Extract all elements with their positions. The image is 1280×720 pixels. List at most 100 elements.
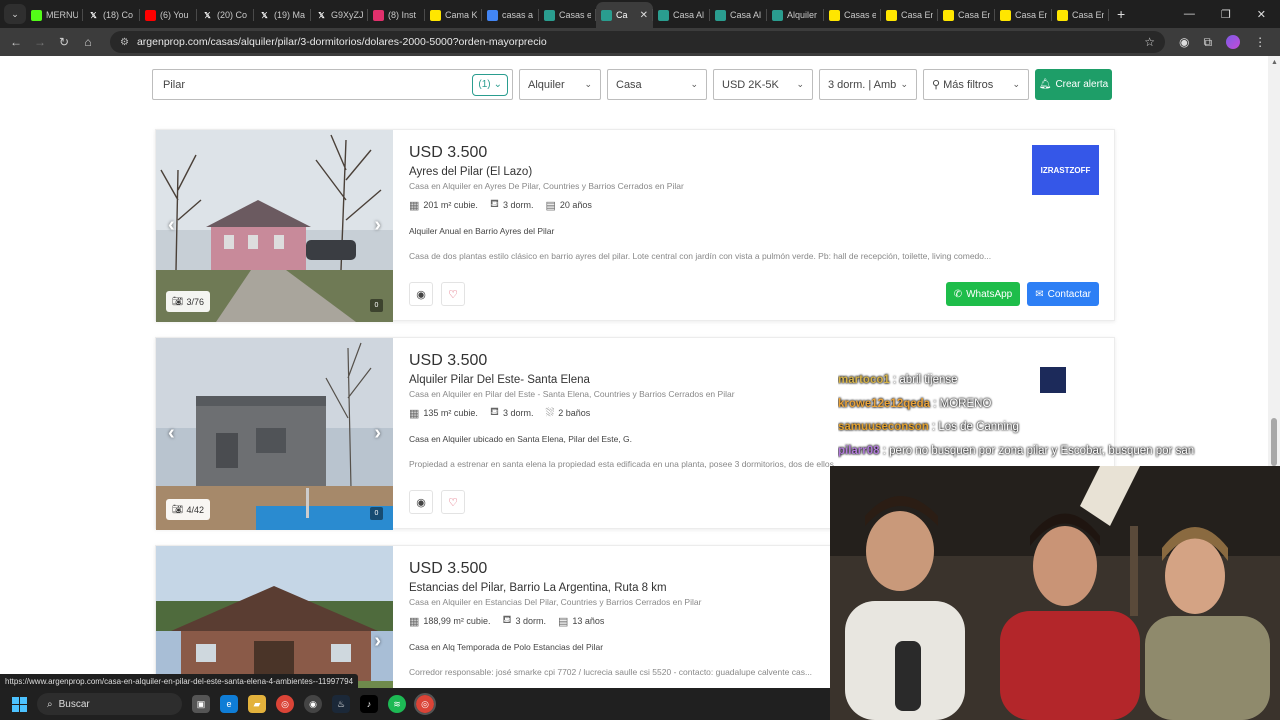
listing-cta: ✆ WhatsApp ✉ Contactar bbox=[945, 282, 1099, 306]
restore-icon[interactable]: ❐ bbox=[1221, 8, 1231, 21]
more-filters-select[interactable]: ⚲ Más filtros ⌄ bbox=[923, 69, 1029, 100]
whatsapp-label: WhatsApp bbox=[966, 288, 1013, 300]
chat-username: martoco1 bbox=[838, 374, 890, 386]
browser-tab-strip: ⌄ MERNU 𝕏 (18) Co (6) You 𝕏 (20) Co 𝕏 (19) Ma 𝕏 G… bbox=[0, 0, 1280, 28]
tab-title: Alquiler bbox=[787, 10, 818, 20]
whatsapp-button[interactable]: ✆ WhatsApp bbox=[945, 282, 1021, 306]
browser-tab[interactable]: casas a bbox=[482, 2, 539, 28]
bookmark-star-icon[interactable]: ☆ bbox=[1144, 35, 1155, 49]
favorite-heart-icon[interactable]: ♡ bbox=[441, 490, 465, 514]
listing-actions: ◉ ♡ bbox=[409, 490, 465, 514]
browser-tab[interactable]: 𝕏 (19) Ma bbox=[254, 2, 311, 28]
next-photo-icon[interactable]: › bbox=[374, 422, 381, 445]
puzzle-icon[interactable]: ⧉ bbox=[1203, 35, 1212, 50]
tab-title: Ca bbox=[616, 10, 628, 20]
browser-tab[interactable]: Cama K bbox=[425, 2, 482, 28]
agency-logo[interactable]: IZRASTZOFF bbox=[1032, 145, 1099, 195]
mercadolibre-icon bbox=[430, 9, 441, 21]
link-status-bar: https://www.argenprop.com/casa-en-alquil… bbox=[0, 674, 359, 688]
browser-tab[interactable]: Casa En bbox=[995, 2, 1052, 28]
operation-select[interactable]: Alquiler ⌄ bbox=[519, 69, 601, 100]
favorite-heart-icon[interactable]: ♡ bbox=[441, 282, 465, 306]
location-count-badge[interactable]: (1) ⌄ bbox=[472, 73, 508, 96]
menu-kebab-icon[interactable]: ⋮ bbox=[1254, 35, 1266, 49]
file-explorer-icon[interactable]: ▰ bbox=[248, 695, 266, 713]
listing-card[interactable]: ‹ › 📷︎ 3/76 0 USD 3.500 Ayres del Pilar (… bbox=[155, 129, 1115, 322]
scroll-up-icon[interactable]: ▲ bbox=[1271, 59, 1278, 66]
steam-icon[interactable]: ♨ bbox=[332, 695, 350, 713]
price-select[interactable]: USD 2K-5K ⌄ bbox=[713, 69, 813, 100]
back-icon[interactable]: ← bbox=[4, 35, 28, 49]
tiktok-icon[interactable]: ♪ bbox=[360, 695, 378, 713]
windows-start-icon[interactable] bbox=[12, 696, 27, 712]
chat-username: pilarr08 bbox=[838, 444, 880, 457]
close-window-icon[interactable]: ✕ bbox=[1257, 8, 1266, 21]
browser-tab[interactable]: Casa En bbox=[938, 2, 995, 28]
task-view-icon[interactable]: ▣ bbox=[192, 695, 210, 713]
google-icon bbox=[487, 9, 498, 21]
taskbar-search[interactable]: ⌕ Buscar bbox=[37, 693, 182, 715]
browser-tab[interactable]: Casa En bbox=[881, 2, 938, 28]
location-search-input[interactable]: Pilar (1) ⌄ bbox=[152, 69, 513, 100]
create-alert-button[interactable]: 🔔︎ Crear alerta bbox=[1035, 69, 1112, 100]
browser-tab[interactable]: 𝕏 G9XyZJ bbox=[311, 2, 368, 28]
home-icon[interactable]: ⌂ bbox=[76, 35, 100, 49]
x-icon: 𝕏 bbox=[261, 10, 268, 20]
x-icon: 𝕏 bbox=[90, 10, 97, 20]
browser-tab[interactable]: MERNU bbox=[26, 2, 83, 28]
x-icon: 𝕏 bbox=[318, 10, 325, 20]
browser-tab[interactable]: Casas e bbox=[539, 2, 596, 28]
hide-eye-icon[interactable]: ◉ bbox=[409, 490, 433, 514]
browser-tab[interactable]: Casas e bbox=[824, 2, 881, 28]
reload-icon[interactable]: ↻ bbox=[52, 35, 76, 49]
rooms-select[interactable]: 3 dorm. | Amb ⌄ bbox=[819, 69, 917, 100]
spotify-icon[interactable]: ≋ bbox=[388, 695, 406, 713]
address-bar[interactable]: ⚙ argenprop.com/casas/alquiler/pilar/3-d… bbox=[110, 31, 1165, 53]
property-type-select[interactable]: Casa ⌄ bbox=[607, 69, 707, 100]
chat-text: : pero no busquen por zona pilar y Escob… bbox=[882, 444, 1195, 457]
listing-photo[interactable]: ‹ › 📷︎ 3/76 0 bbox=[156, 130, 393, 322]
browser-tab[interactable]: Casa Al bbox=[653, 2, 710, 28]
next-photo-icon[interactable]: › bbox=[374, 214, 381, 237]
obs-icon[interactable]: ◉ bbox=[304, 695, 322, 713]
browser-tab[interactable]: (8) Inst bbox=[368, 2, 425, 28]
photo-badge: 0 bbox=[370, 299, 383, 312]
chrome-icon[interactable]: ◎ bbox=[276, 695, 294, 713]
extension-icon[interactable]: ◉ bbox=[1179, 35, 1189, 49]
bath-icon: ⛆ bbox=[545, 406, 555, 419]
new-tab-button[interactable]: + bbox=[1117, 6, 1125, 22]
chat-message: pilarr08 : pero no busquen por zona pila… bbox=[838, 440, 1280, 464]
chrome-active-icon[interactable]: ◎ bbox=[414, 693, 436, 715]
previous-photo-icon[interactable]: ‹ bbox=[168, 422, 175, 445]
contact-label: Contactar bbox=[1047, 288, 1091, 300]
browser-tab[interactable]: Casa En bbox=[1052, 2, 1109, 28]
chat-text: : Los de Canning bbox=[931, 421, 1019, 433]
profile-avatar[interactable] bbox=[1226, 35, 1241, 49]
chevron-down-icon: ⌄ bbox=[493, 79, 502, 90]
browser-tab[interactable]: Ca ✕ bbox=[596, 2, 653, 28]
browser-tab[interactable]: (6) You bbox=[140, 2, 197, 28]
listing-photo[interactable]: ‹ › 📷︎ 4/42 0 bbox=[156, 338, 393, 530]
contact-button[interactable]: ✉ Contactar bbox=[1027, 282, 1099, 306]
tab-title: MERNU bbox=[46, 10, 78, 20]
browser-tab[interactable]: Casa Al bbox=[710, 2, 767, 28]
forward-icon[interactable]: → bbox=[28, 35, 52, 49]
previous-photo-icon[interactable]: ‹ bbox=[168, 214, 175, 237]
listing-description: Casa de dos plantas estilo clásico en ba… bbox=[409, 251, 992, 261]
browser-tab[interactable]: Alquiler bbox=[767, 2, 824, 28]
minimize-icon[interactable]: — bbox=[1184, 8, 1195, 21]
photo-counter: 📷︎ 4/42 bbox=[166, 499, 210, 520]
edge-icon[interactable]: e bbox=[220, 695, 238, 713]
listing-title[interactable]: Ayres del Pilar (El Lazo) bbox=[409, 166, 1099, 178]
browser-tab[interactable]: 𝕏 (18) Co bbox=[83, 2, 140, 28]
next-photo-icon[interactable]: › bbox=[374, 630, 381, 653]
chevron-down-icon: ⌄ bbox=[900, 79, 908, 89]
browser-tab[interactable]: 𝕏 (20) Co bbox=[197, 2, 254, 28]
hide-eye-icon[interactable]: ◉ bbox=[409, 282, 433, 306]
close-tab-icon[interactable]: ✕ bbox=[640, 10, 648, 21]
listing-photo[interactable]: › bbox=[156, 546, 393, 688]
chevron-down-icon: ⌄ bbox=[1012, 79, 1020, 89]
site-info-icon[interactable]: ⚙ bbox=[120, 37, 129, 48]
tab-search-button[interactable]: ⌄ bbox=[4, 4, 26, 24]
chat-username: samuuseconson bbox=[838, 421, 929, 433]
